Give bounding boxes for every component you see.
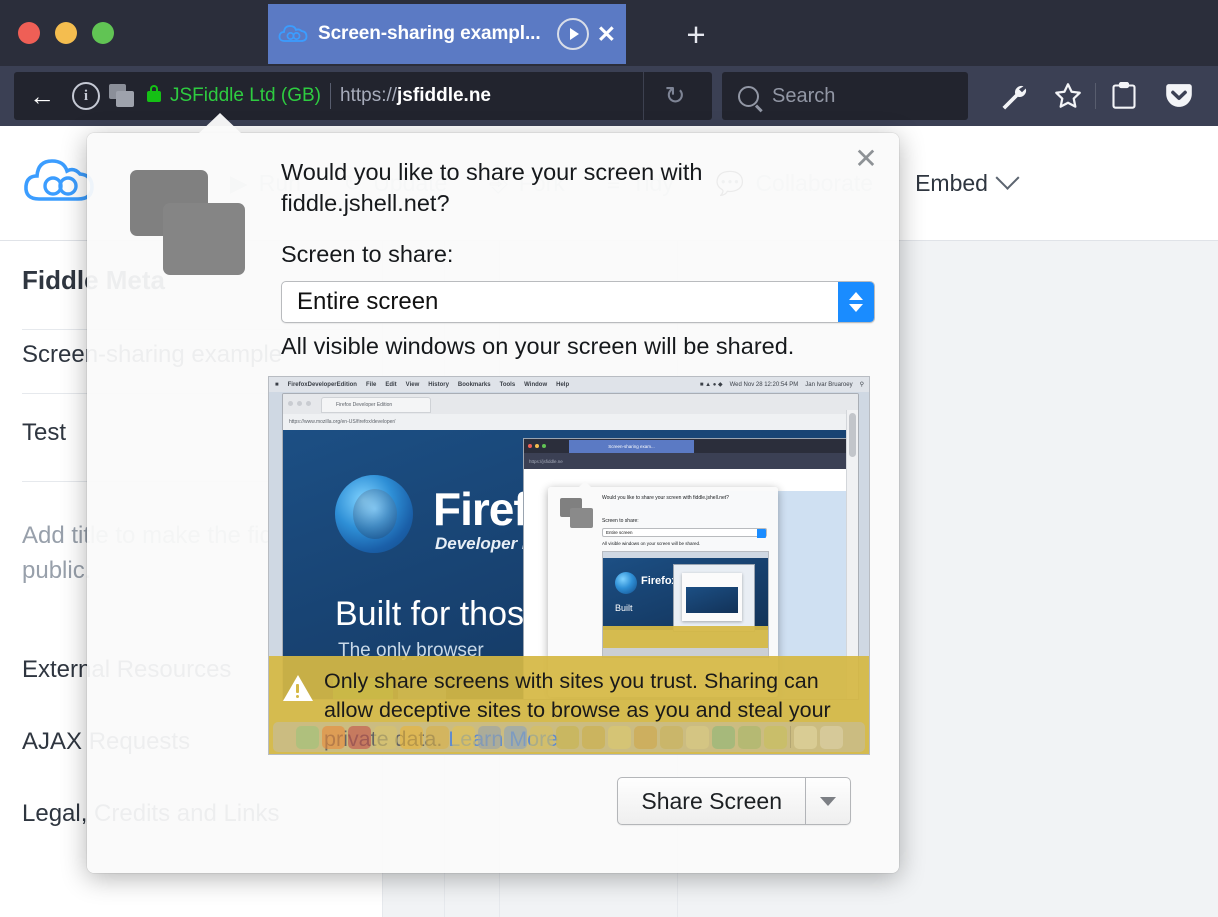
nested-select: Entire screen (602, 528, 767, 538)
toolbar-icons (985, 72, 1206, 120)
firefox-headline: Built for those (335, 595, 543, 633)
screen-preview-thumbnail: ■ FirefoxDeveloperEdition File Edit View… (268, 376, 870, 755)
wrench-icon[interactable] (985, 72, 1040, 120)
nested-url: https://jsfiddle.ne (529, 458, 563, 464)
jsfiddle-cloud-logo[interactable] (22, 154, 94, 208)
reload-button[interactable]: ↻ (643, 72, 706, 120)
preview-tab: Firefox Developer Edition (321, 397, 431, 413)
menu-tools: Tools (499, 381, 516, 388)
close-window-button[interactable] (18, 22, 40, 44)
maximize-window-button[interactable] (92, 22, 114, 44)
screen-select-value: Entire screen (297, 288, 439, 315)
site-owner-label: JSFiddle Ltd (GB) (170, 85, 321, 106)
preview-firefox-window: Firefox Developer Edition https://www.mo… (282, 393, 859, 700)
nested-preview-thumbnail: Firefox Built (602, 551, 769, 658)
warning-triangle-icon (283, 675, 313, 702)
popup-arrow (198, 113, 242, 134)
url-scheme: https:// (340, 85, 398, 106)
screen-share-permission-popup: ✕ Would you like to share your screen wi… (87, 113, 899, 873)
menu-view: View (405, 381, 420, 388)
search-placeholder: Search (772, 84, 836, 107)
preview-url: https://www.mozilla.org/en-US/firefox/de… (289, 419, 396, 425)
new-tab-button[interactable]: + (676, 16, 716, 56)
pocket-icon[interactable] (1151, 72, 1206, 120)
padlock-icon (147, 84, 161, 102)
nested-question: Would you like to share your screen with… (602, 495, 729, 501)
chevron-down-icon (820, 796, 836, 806)
apple-menu-icon: ■ (275, 381, 279, 388)
browser-tab-bar: Screen-sharing exampl... ✕ + (0, 0, 1218, 66)
share-screen-button[interactable]: Share Screen (617, 777, 806, 825)
share-warning-banner: Only share screens with sites you trust.… (269, 656, 869, 754)
preview-url-bar: https://www.mozilla.org/en-US/firefox/de… (283, 414, 858, 431)
window-traffic-lights (18, 22, 114, 44)
preview-app-name: FirefoxDeveloperEdition (287, 381, 357, 388)
screenshot-root: Screen-sharing exampl... ✕ + ← i JSFiddl… (0, 0, 1218, 917)
screen-share-icon[interactable] (109, 84, 137, 108)
menubar-status-icons: ■ ▲ ● ◆ (699, 382, 723, 388)
chevron-down-icon (995, 165, 1020, 190)
back-button[interactable]: ← (14, 72, 70, 120)
nested-tab-title: Screen-sharing exam... (569, 440, 694, 453)
star-icon[interactable] (1040, 72, 1095, 120)
nested-desc: All visible windows on your screen will … (602, 541, 701, 546)
screen-select-description: All visible windows on your screen will … (281, 333, 795, 359)
embed-label: Embed (915, 169, 988, 196)
preview-macos-dock (273, 722, 865, 752)
search-icon (738, 85, 759, 107)
tab-close-icon[interactable]: ✕ (597, 22, 616, 46)
preview-macos-menubar: ■ FirefoxDeveloperEdition File Edit View… (269, 377, 869, 392)
menu-edit: Edit (385, 381, 397, 388)
menu-file: File (365, 381, 377, 388)
popup-actions: Share Screen (617, 777, 851, 825)
screen-share-icon (130, 170, 245, 275)
menu-window: Window (524, 381, 548, 388)
menu-history: History (428, 381, 449, 388)
menu-bookmarks: Bookmarks (457, 381, 491, 388)
nested-select-value: Entire screen (606, 530, 633, 535)
permission-question: Would you like to share your screen with… (281, 159, 703, 217)
menu-help: Help (556, 381, 570, 388)
minimize-window-button[interactable] (55, 22, 77, 44)
tab-sharing-indicator-icon[interactable] (556, 18, 589, 50)
url-separator (330, 83, 331, 109)
preview-user: Jan Ivar Bruaroey (805, 381, 853, 388)
url-bar[interactable]: ← i JSFiddle Ltd (GB) https://jsfiddle.n… (14, 72, 712, 120)
close-icon[interactable]: ✕ (849, 141, 883, 175)
jsfiddle-cloud-icon (278, 23, 308, 45)
tab-title: Screen-sharing exampl... (318, 23, 541, 44)
screen-select-label: Screen to share: (281, 241, 454, 267)
firefox-logo-icon (335, 475, 413, 553)
spotlight-icon: ⚲ (859, 382, 864, 388)
reader-list-icon[interactable] (1096, 72, 1151, 120)
url-host: jsfiddle.ne (397, 85, 491, 106)
screen-select-dropdown[interactable]: Entire screen (281, 281, 875, 323)
embed-button[interactable]: Embed (915, 165, 1020, 197)
search-input[interactable]: Search (722, 72, 968, 120)
screen-select-stepper-icon[interactable] (838, 282, 874, 322)
share-options-dropdown-button[interactable] (806, 777, 851, 825)
browser-tab[interactable]: Screen-sharing exampl... ✕ (268, 4, 626, 64)
site-info-icon[interactable]: i (72, 82, 100, 110)
nested-select-label: Screen to share: (602, 518, 639, 524)
preview-datetime: Wed Nov 28 12:20:54 PM (729, 381, 799, 388)
nested-screen-share-icon (560, 498, 593, 528)
